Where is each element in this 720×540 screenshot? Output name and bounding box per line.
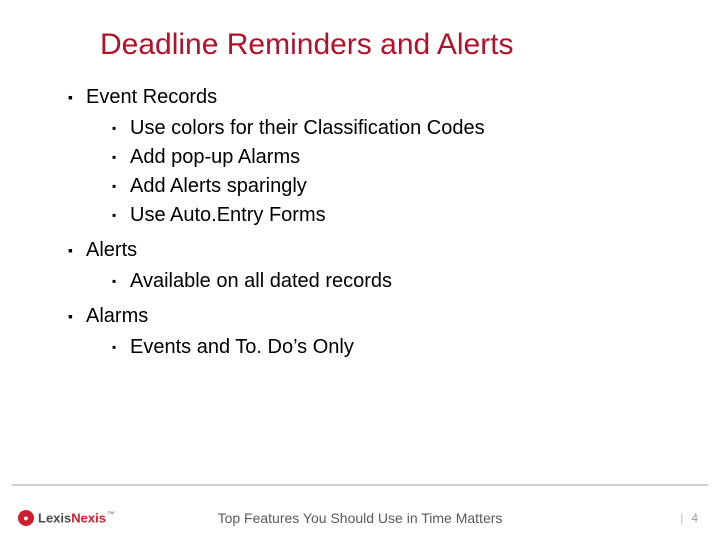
divider — [12, 484, 708, 486]
bullet-icon: ▪ — [112, 268, 130, 294]
list-item: ▪ Available on all dated records — [112, 268, 680, 295]
list-item: ▪ Use colors for their Classification Co… — [112, 115, 680, 142]
bullet-icon: ▪ — [112, 173, 130, 199]
item-text: Events and To. Do’s Only — [130, 334, 680, 361]
list-item: ▪ Add Alerts sparingly — [112, 173, 680, 200]
bullet-icon: ▪ — [68, 303, 86, 329]
bullet-icon: ▪ — [112, 144, 130, 170]
bullet-icon: ▪ — [112, 202, 130, 228]
slide: Deadline Reminders and Alerts ▪ Event Re… — [0, 0, 720, 540]
slide-content: ▪ Event Records ▪ Use colors for their C… — [0, 70, 720, 361]
list-item: ▪ Add pop-up Alarms — [112, 144, 680, 171]
pipe: | — [680, 511, 683, 525]
list-item: ▪ Events and To. Do’s Only — [112, 334, 680, 361]
item-text: Add pop-up Alarms — [130, 144, 680, 171]
slide-title: Deadline Reminders and Alerts — [0, 0, 720, 70]
bullet-icon: ▪ — [68, 237, 86, 263]
section-label: Event Records — [86, 84, 680, 111]
page-num: 4 — [691, 511, 698, 525]
section-heading: ▪ Alerts — [68, 237, 680, 264]
section-label: Alarms — [86, 303, 680, 330]
section-heading: ▪ Alarms — [68, 303, 680, 330]
section-label: Alerts — [86, 237, 680, 264]
item-text: Use Auto.Entry Forms — [130, 202, 680, 229]
list-item: ▪ Use Auto.Entry Forms — [112, 202, 680, 229]
item-text: Add Alerts sparingly — [130, 173, 680, 200]
bullet-icon: ▪ — [112, 334, 130, 360]
bullet-icon: ▪ — [112, 115, 130, 141]
item-text: Available on all dated records — [130, 268, 680, 295]
item-text: Use colors for their Classification Code… — [130, 115, 680, 142]
bullet-icon: ▪ — [68, 84, 86, 110]
footer: ● LexisNexis™ Top Features You Should Us… — [0, 496, 720, 540]
section-heading: ▪ Event Records — [68, 84, 680, 111]
footer-caption: Top Features You Should Use in Time Matt… — [0, 510, 720, 526]
page-number: |4 — [680, 511, 698, 525]
